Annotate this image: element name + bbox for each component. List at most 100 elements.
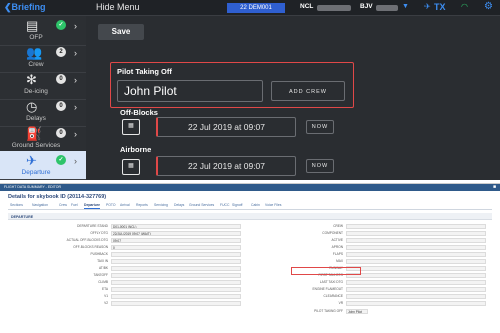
fuel-icon: ⛽ xyxy=(26,126,43,141)
field-value[interactable]: 22/JUL/2019 09:07 (WAIT) xyxy=(111,231,241,236)
sidebar-item-de-icing[interactable]: ✻ 0 › De-icing xyxy=(0,70,86,100)
sidebar-item-ground-services[interactable]: ⛽ 0 › Ground Services xyxy=(0,124,86,154)
tab-voice-files[interactable]: Voice Files xyxy=(265,203,281,207)
off-blocks-datetime-field[interactable]: 22 Jul 2019 at 09:07 xyxy=(156,117,296,137)
field-label: COMPONENT xyxy=(322,231,343,235)
field-value[interactable]: 0 xyxy=(111,245,241,250)
field-value[interactable] xyxy=(111,301,241,306)
field-label: PILOT TAKING OFF xyxy=(314,309,343,313)
field-value[interactable] xyxy=(346,252,486,257)
chevron-right-icon: › xyxy=(74,102,77,112)
sidebar-item-delays[interactable]: ◷ 0 › Delays xyxy=(0,97,86,127)
detail-row: LAST TAXI DTG xyxy=(248,280,343,285)
chevron-right-icon: › xyxy=(74,75,77,85)
airborne-label: Airborne xyxy=(120,145,152,154)
field-value[interactable] xyxy=(346,287,486,292)
hide-menu-button[interactable]: Hide Menu xyxy=(96,2,140,12)
tab-servicing[interactable]: Servicing xyxy=(154,203,168,207)
detail-row: COMPONENT xyxy=(248,231,343,236)
pilot-taking-off-highlight xyxy=(291,267,361,275)
count-badge: 2 xyxy=(56,47,66,57)
tab-fuel[interactable]: Fuel xyxy=(71,203,78,207)
airborne-datetime-field[interactable]: 22 Jul 2019 at 09:07 xyxy=(156,156,296,176)
field-value[interactable] xyxy=(111,266,241,271)
field-value[interactable] xyxy=(346,231,486,236)
tab-departure[interactable]: Departure xyxy=(84,203,101,209)
pilot-taking-off-value[interactable]: John Pilot xyxy=(346,309,368,314)
pilot-name-field[interactable]: John Pilot xyxy=(117,80,263,102)
field-value[interactable] xyxy=(346,301,486,306)
field-label: CREW xyxy=(333,224,343,228)
detail-row: CREW xyxy=(248,224,343,229)
tab-fucc[interactable]: FUCC xyxy=(220,203,229,207)
field-label: PUSHBACK xyxy=(90,252,108,256)
field-value[interactable] xyxy=(111,280,241,285)
off-blocks-now-button[interactable]: NOW xyxy=(306,120,334,134)
sidebar-item-label: Crew xyxy=(28,61,44,68)
field-value[interactable] xyxy=(111,259,241,264)
field-value[interactable]: D01-0001 (NCL) xyxy=(111,224,241,229)
chevron-right-icon: › xyxy=(74,129,77,139)
document-icon: ▤ xyxy=(26,18,39,33)
field-value[interactable] xyxy=(111,252,241,257)
detail-row: ENGINE FLAMEOUT xyxy=(248,287,343,292)
detail-row: FLAPS xyxy=(248,252,343,257)
field-value[interactable] xyxy=(111,273,241,278)
tab-sections[interactable]: Sections xyxy=(10,203,23,207)
field-value[interactable] xyxy=(346,273,486,278)
plane-icon: ✈ xyxy=(424,2,431,11)
sidebar-item-departure[interactable]: ✈ ✓ › Departure xyxy=(0,151,86,180)
sidebar-item-ofp[interactable]: ▤ ✓ › OFP xyxy=(0,16,86,46)
status-badge: ✓ xyxy=(56,20,66,30)
snowflake-icon: ✻ xyxy=(26,72,37,87)
tab-reports[interactable]: Reports xyxy=(136,203,148,207)
detail-row: TAXI IN xyxy=(8,259,108,264)
detail-row: V2 xyxy=(8,301,108,306)
status-label[interactable]: TX xyxy=(434,2,446,12)
detail-row: OFF-BLOCKS REASON xyxy=(8,245,108,250)
field-value[interactable] xyxy=(346,294,486,299)
field-value[interactable] xyxy=(346,238,486,243)
detail-row: CLEARANCE xyxy=(248,294,344,299)
dropdown-triangle-icon[interactable]: ▼ xyxy=(402,3,409,10)
field-label: OFF-BLOCKS REASON xyxy=(73,245,108,249)
gear-icon[interactable]: ⚙ xyxy=(484,1,493,12)
field-value[interactable] xyxy=(346,259,486,264)
field-value[interactable] xyxy=(111,287,241,292)
detail-row: OFFLY DTG xyxy=(8,231,108,236)
details-title: Details for skybook ID (20114-327769) xyxy=(8,194,107,200)
save-button[interactable]: Save xyxy=(98,24,144,40)
field-label: DEPARTURE STAND xyxy=(77,224,108,228)
sidebar-item-label: OFP xyxy=(29,34,43,41)
field-value[interactable] xyxy=(346,245,486,250)
calendar-icon[interactable]: ▦ xyxy=(122,159,140,175)
field-value[interactable] xyxy=(111,294,241,299)
tab-ground-services[interactable]: Ground Services xyxy=(189,203,214,207)
section-title: DEPARTURE xyxy=(11,214,34,219)
detail-row: ACTIVE xyxy=(248,238,343,243)
detail-row: ACTUAL OFF-BLOCKS DTG xyxy=(8,238,108,243)
close-icon[interactable]: ■ xyxy=(493,184,496,190)
detail-row: PUSHBACK xyxy=(8,252,108,257)
field-value[interactable] xyxy=(346,280,486,285)
tab-navigation[interactable]: Navigation xyxy=(32,203,48,207)
field-value[interactable]: 09:07 xyxy=(111,238,241,243)
field-value[interactable] xyxy=(346,266,486,271)
tab-signoff[interactable]: Signoff xyxy=(232,203,243,207)
calendar-icon[interactable]: ▦ xyxy=(122,119,140,135)
chevron-right-icon: › xyxy=(74,48,77,58)
detail-row: AT/BK xyxy=(8,266,108,271)
field-label: ACTUAL OFF-BLOCKS DTG xyxy=(66,238,108,242)
back-briefing-button[interactable]: ❮Briefing xyxy=(4,2,46,13)
add-crew-button[interactable]: ADD CREW xyxy=(271,81,345,101)
tab-delays[interactable]: Delays xyxy=(174,203,184,207)
field-value[interactable] xyxy=(346,224,486,229)
tab-poto[interactable]: POTO xyxy=(106,203,116,207)
tab-arrival[interactable]: Arrival xyxy=(120,203,130,207)
flight-id-badge[interactable]: 22 DEM001 xyxy=(227,3,285,13)
airborne-now-button[interactable]: NOW xyxy=(306,159,334,173)
sidebar-item-crew[interactable]: 👥 2 › Crew xyxy=(0,43,86,73)
tab-cabin[interactable]: Cabin xyxy=(251,203,260,207)
tab-crew[interactable]: Crew xyxy=(59,203,67,207)
sidebar-item-label: Delays xyxy=(26,115,46,122)
